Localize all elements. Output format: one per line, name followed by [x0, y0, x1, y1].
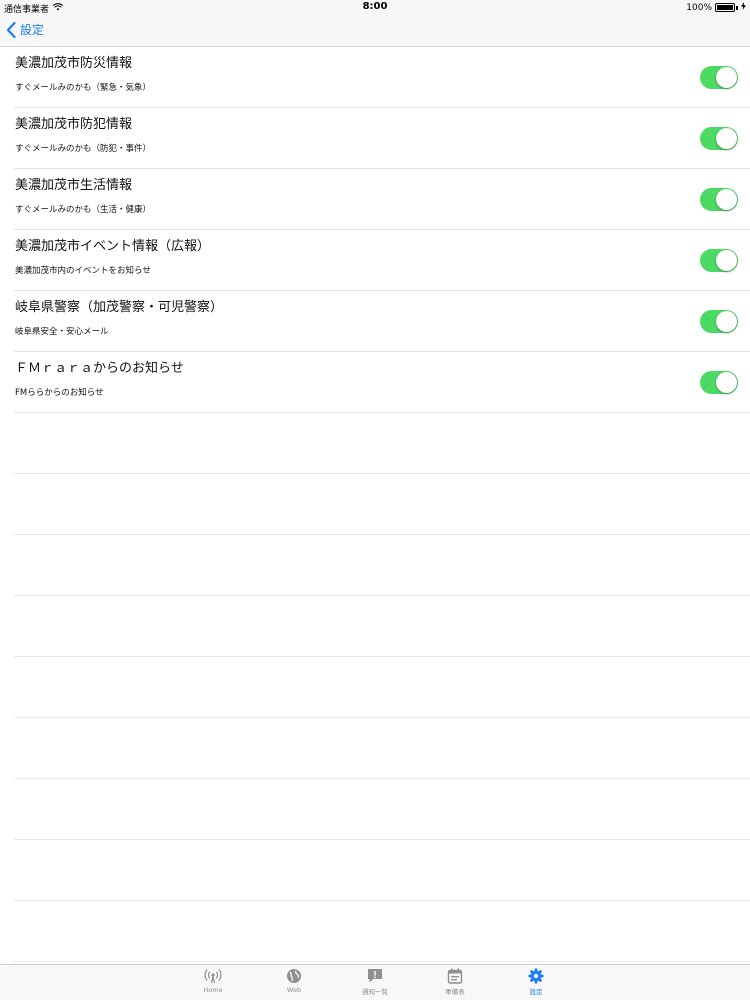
empty-list-row: [14, 840, 750, 901]
status-time: 8:00: [362, 1, 388, 12]
toggle-knob: [716, 189, 737, 210]
toggle-knob: [716, 67, 737, 88]
notification-settings-list: 美濃加茂市防災情報 すぐメールみのかも（緊急・気象） 美濃加茂市防犯情報 すぐメ…: [0, 47, 750, 962]
row-title: 美濃加茂市イベント情報（広報）: [15, 239, 211, 254]
empty-list-row: [14, 413, 750, 474]
chevron-left-icon: [6, 21, 16, 38]
empty-list-row: [14, 596, 750, 657]
tab-settings[interactable]: 設定: [506, 968, 566, 996]
toggle-switch[interactable]: [700, 310, 738, 333]
row-subtitle: 岐阜県安全・安心メール: [15, 327, 109, 337]
row-title: ＦＭｒａｒａからのお知らせ: [15, 361, 184, 376]
row-title: 岐阜県警察（加茂警察・可児警察）: [15, 300, 224, 315]
broadcast-icon: [204, 969, 222, 984]
charging-icon: [741, 2, 746, 13]
row-subtitle: すぐメールみのかも（緊急・気象）: [15, 83, 152, 93]
calendar-icon: [447, 968, 463, 984]
tab-bar: Home Web 通知一覧 軍備表 設定: [0, 964, 750, 1000]
settings-row: 美濃加茂市イベント情報（広報） 美濃加茂市内のイベントをお知らせ: [14, 230, 750, 291]
toggle-knob: [716, 128, 737, 149]
row-title: 美濃加茂市生活情報: [15, 178, 133, 193]
tab-home[interactable]: Home: [183, 968, 243, 994]
toggle-switch[interactable]: [700, 371, 738, 394]
row-subtitle: すぐメールみのかも（防犯・事件）: [15, 144, 152, 154]
settings-row: 美濃加茂市生活情報 すぐメールみのかも（生活・健康）: [14, 169, 750, 230]
battery-cap: [736, 5, 738, 10]
tab-label: 軍備表: [445, 988, 465, 996]
settings-row: 岐阜県警察（加茂警察・可児警察） 岐阜県安全・安心メール: [14, 291, 750, 352]
empty-list-row: [14, 474, 750, 535]
back-button-label: 設定: [20, 23, 45, 37]
toggle-switch[interactable]: [700, 188, 738, 211]
battery-percent: 100%: [686, 2, 712, 13]
notice-icon: [368, 969, 382, 983]
tab-notices[interactable]: 通知一覧: [345, 968, 405, 996]
row-title: 美濃加茂市防災情報: [15, 56, 133, 71]
empty-list-row: [14, 901, 750, 962]
battery-icon: [715, 3, 735, 12]
tab-label: Home: [203, 986, 223, 994]
tab-label: 通知一覧: [362, 988, 388, 996]
empty-list-row: [14, 779, 750, 840]
status-bar: 通信事業者 8:00 100%: [0, 0, 750, 15]
tab-schedule[interactable]: 軍備表: [425, 968, 485, 996]
row-subtitle: 美濃加茂市内のイベントをお知らせ: [15, 266, 151, 276]
tab-web[interactable]: Web: [264, 968, 324, 994]
settings-row: 美濃加茂市防犯情報 すぐメールみのかも（防犯・事件）: [14, 108, 750, 169]
gear-icon: [528, 968, 544, 984]
settings-row: 美濃加茂市防災情報 すぐメールみのかも（緊急・気象）: [14, 47, 750, 108]
row-subtitle: FMららからのお知らせ: [15, 388, 104, 398]
back-button[interactable]: 設定: [6, 21, 44, 38]
empty-list-row: [14, 535, 750, 596]
empty-list-row: [14, 657, 750, 718]
row-subtitle: すぐメールみのかも（生活・健康）: [15, 205, 152, 215]
row-title: 美濃加茂市防犯情報: [15, 117, 133, 132]
toggle-knob: [716, 311, 737, 332]
navigation-bar: 設定: [0, 14, 750, 47]
tab-label: 設定: [529, 988, 543, 996]
status-right: 100%: [686, 2, 746, 13]
toggle-switch[interactable]: [700, 66, 738, 89]
empty-list-row: [14, 718, 750, 779]
globe-icon: [287, 969, 301, 983]
tab-label: Web: [286, 986, 302, 994]
toggle-switch[interactable]: [700, 249, 738, 272]
settings-row: ＦＭｒａｒａからのお知らせ FMららからのお知らせ: [14, 352, 750, 413]
toggle-knob: [716, 372, 737, 393]
toggle-switch[interactable]: [700, 127, 738, 150]
toggle-knob: [716, 250, 737, 271]
